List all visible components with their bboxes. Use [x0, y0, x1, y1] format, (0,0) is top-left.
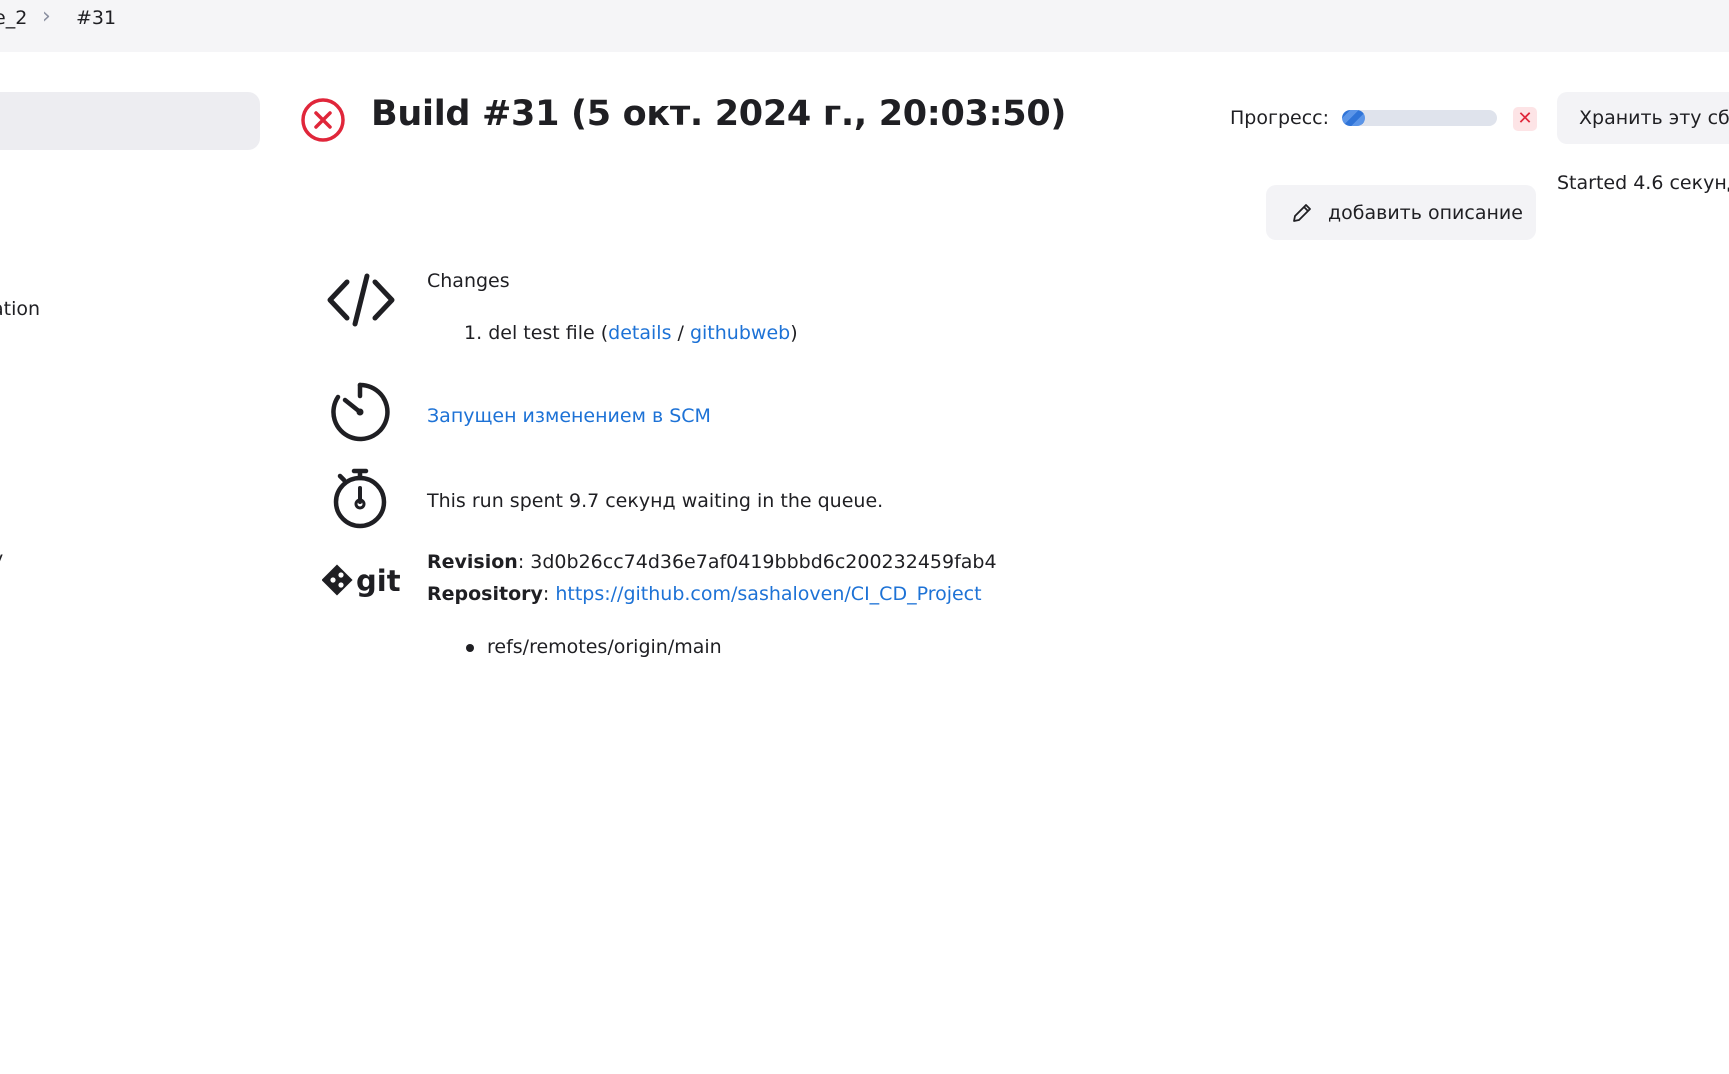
ref-item: refs/remotes/origin/main: [487, 636, 722, 658]
started-time: Started 4.6 секунд: [1557, 172, 1729, 194]
revision-line: Revision: 3d0b26cc74d36e7af0419bbbd6c200…: [427, 551, 997, 573]
change-item-message: del test file (: [488, 322, 609, 344]
progress-bar: [1342, 110, 1497, 126]
timer-icon: [331, 382, 390, 442]
add-description-button[interactable]: добавить описание: [1266, 185, 1536, 240]
git-logo-text: git: [356, 564, 400, 598]
breadcrumb-job-link[interactable]: e_2: [0, 7, 27, 29]
chevron-right-icon: ›: [42, 4, 51, 29]
list-bullet: [466, 644, 474, 652]
change-item-close: ): [790, 322, 798, 344]
scm-trigger-link[interactable]: Запущен изменением в SCM: [427, 405, 711, 427]
sidebar-search-box[interactable]: [0, 92, 260, 150]
git-icon: git: [322, 564, 400, 598]
revision-label: Revision: [427, 551, 518, 573]
page-title: Build #31 (5 окт. 2024 г., 20:03:50): [371, 94, 1067, 134]
sidebar-item[interactable]: y: [0, 548, 3, 570]
breadcrumb: e_2 › #31: [0, 0, 1729, 52]
repository-line: Repository: https://github.com/sashalove…: [427, 583, 982, 605]
repository-separator: :: [542, 583, 556, 605]
details-link[interactable]: details: [608, 322, 671, 344]
pencil-icon: [1293, 203, 1311, 222]
sidebar-item[interactable]: ation: [0, 298, 40, 320]
keep-build-button[interactable]: Хранить эту сбо: [1557, 92, 1729, 144]
code-icon: [327, 273, 395, 327]
revision-value: : 3d0b26cc74d36e7af0419bbbd6c200232459fa…: [517, 551, 997, 573]
repository-label: Repository: [427, 583, 543, 605]
queue-time-text: This run spent 9.7 секунд waiting in the…: [427, 490, 884, 512]
change-item-number: 1.: [464, 322, 483, 344]
progress-label: Прогресс:: [1230, 107, 1329, 129]
breadcrumb-build-link[interactable]: #31: [76, 7, 116, 29]
close-icon[interactable]: ✕: [1513, 107, 1537, 131]
failed-status-icon: [301, 98, 345, 142]
changes-heading: Changes: [427, 270, 510, 292]
repository-link[interactable]: https://github.com/sashaloven/CI_CD_Proj…: [555, 583, 981, 605]
githubweb-link[interactable]: githubweb: [690, 322, 790, 344]
add-description-label: добавить описание: [1328, 201, 1523, 224]
stopwatch-icon: [333, 468, 387, 529]
change-item: 1. del test file (details / githubweb): [464, 322, 798, 344]
build-page: e_2 › #31 ation y Build #31 (5 окт. 2024…: [0, 0, 1729, 1074]
change-link-separator: /: [671, 322, 690, 344]
progress-bar-fill: [1342, 110, 1366, 126]
